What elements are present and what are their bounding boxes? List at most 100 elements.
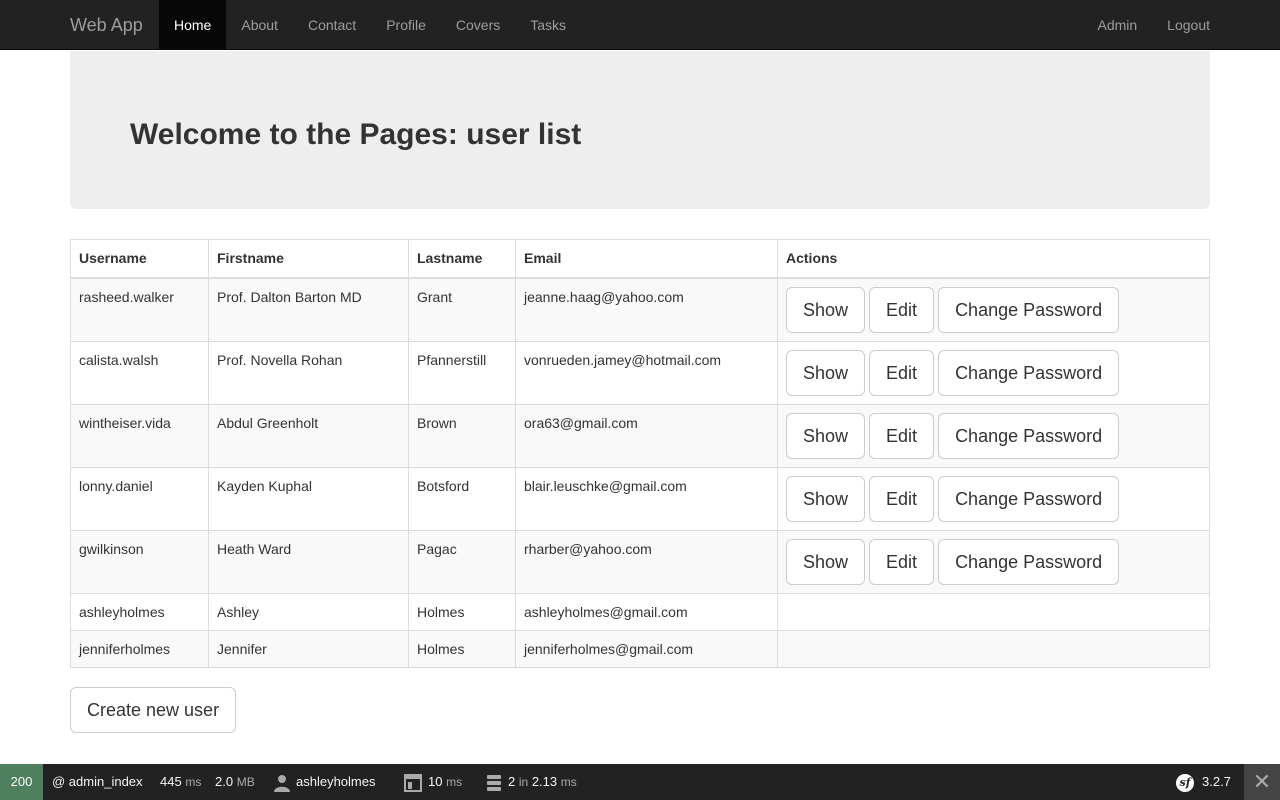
email-cell: rharber@yahoo.com: [515, 529, 778, 594]
email-cell: jenniferholmes@gmail.com: [515, 629, 778, 668]
db-queries[interactable]: 2 in 2.13 ms: [486, 764, 577, 800]
render-time[interactable]: 10 ms: [404, 764, 462, 800]
firstname-cell: Abdul Greenholt: [208, 403, 409, 468]
show-button[interactable]: Show: [786, 475, 866, 522]
nav-item-logout[interactable]: Logout: [1152, 0, 1225, 50]
template-icon: [404, 773, 422, 792]
table-row: gwilkinson Heath Ward Pagac rharber@yahoo.c…: [70, 529, 1210, 594]
nav-item-profile[interactable]: Profile: [371, 0, 441, 50]
show-button[interactable]: Show: [786, 286, 866, 333]
actions-cell: Show Edit Change Password: [777, 277, 1210, 342]
table-row: ashleyholmes Ashley Holmes ashleyholmes@gma…: [70, 592, 1210, 631]
db-time-unit: ms: [560, 775, 577, 789]
nav-item-contact[interactable]: Contact: [293, 0, 371, 50]
firstname-cell: Ashley: [208, 592, 409, 631]
edit-button[interactable]: Edit: [869, 475, 935, 522]
lastname-cell: Holmes: [408, 592, 516, 631]
email-cell: ashleyholmes@gmail.com: [515, 592, 778, 631]
change-password-button[interactable]: Change Password: [938, 349, 1120, 396]
render-time-unit: ms: [446, 775, 463, 789]
username-cell: calista.walsh: [70, 340, 209, 405]
firstname-cell: Prof. Novella Rohan: [208, 340, 409, 405]
change-password-button[interactable]: Change Password: [938, 475, 1120, 522]
page-title: Welcome to the Pages: user list: [130, 118, 582, 151]
table-row: calista.walsh Prof. Novella Rohan Pfanners…: [70, 340, 1210, 405]
actions-cell: Show Edit Change Password: [777, 466, 1210, 531]
db-time-value: 2.13: [531, 774, 558, 789]
close-toolbar-icon[interactable]: ✕: [1244, 764, 1280, 800]
lastname-cell: Botsford: [408, 466, 516, 531]
username-cell: jenniferholmes: [70, 629, 209, 668]
request-time-value: 445: [160, 774, 182, 789]
memory-value: 2.0: [215, 774, 234, 789]
show-button[interactable]: Show: [786, 412, 866, 459]
firstname-cell: Kayden Kuphal: [208, 466, 409, 531]
memory-unit: MB: [236, 775, 255, 789]
row-action-buttons: Show Edit Change Password: [786, 412, 1201, 459]
route-name[interactable]: @ admin_index: [52, 764, 143, 800]
row-action-buttons: Show Edit Change Password: [786, 475, 1201, 522]
edit-button[interactable]: Edit: [869, 412, 935, 459]
nav-item-home[interactable]: Home: [159, 0, 227, 50]
change-password-button[interactable]: Change Password: [938, 538, 1120, 585]
lastname-cell: Brown: [408, 403, 516, 468]
symfony-version[interactable]: sf 3.2.7: [1176, 764, 1231, 800]
table-row: jenniferholmes Jennifer Holmes jenniferholm…: [70, 629, 1210, 668]
header-actions: Actions: [777, 239, 1210, 279]
table-header-row: Username Firstname Lastname Email Action…: [70, 239, 1210, 279]
lastname-cell: Grant: [408, 277, 516, 342]
header-username: Username: [70, 239, 209, 279]
actions-cell: Show Edit Change Password: [777, 403, 1210, 468]
nav-item-about[interactable]: About: [226, 0, 293, 50]
symfony-logo-icon: sf: [1176, 773, 1194, 792]
row-action-buttons: Show Edit Change Password: [786, 538, 1201, 585]
firstname-cell: Jennifer: [208, 629, 409, 668]
table-row: rasheed.walker Prof. Dalton Barton MD Gran…: [70, 277, 1210, 342]
security-user-name: ashleyholmes: [296, 774, 376, 789]
username-cell: rasheed.walker: [70, 277, 209, 342]
edit-button[interactable]: Edit: [869, 538, 935, 585]
show-button[interactable]: Show: [786, 349, 866, 396]
request-time-unit: ms: [185, 775, 202, 789]
user-table: Username Firstname Lastname Email Action…: [70, 239, 1210, 668]
status-code-badge[interactable]: 200: [0, 764, 43, 800]
edit-button[interactable]: Edit: [869, 349, 935, 396]
show-button[interactable]: Show: [786, 538, 866, 585]
create-new-user-button[interactable]: Create new user: [70, 687, 237, 733]
brand-link[interactable]: Web App: [70, 0, 143, 50]
user-icon: [274, 774, 290, 792]
username-cell: gwilkinson: [70, 529, 209, 594]
email-cell: blair.leuschke@gmail.com: [515, 466, 778, 531]
row-action-buttons: Show Edit Change Password: [786, 286, 1201, 333]
change-password-button[interactable]: Change Password: [938, 286, 1120, 333]
username-cell: ashleyholmes: [70, 592, 209, 631]
edit-button[interactable]: Edit: [869, 286, 935, 333]
memory-usage[interactable]: 2.0 MB: [215, 764, 255, 800]
actions-cell: [777, 592, 1210, 631]
change-password-button[interactable]: Change Password: [938, 412, 1120, 459]
request-time[interactable]: 445 ms: [160, 764, 201, 800]
actions-cell: [777, 629, 1210, 668]
header-firstname: Firstname: [208, 239, 409, 279]
database-icon: [487, 774, 501, 791]
username-cell: lonny.daniel: [70, 466, 209, 531]
top-navbar: Web App Home About Contact Profile Cover…: [0, 0, 1280, 50]
nav-item-admin[interactable]: Admin: [1082, 0, 1152, 50]
email-cell: jeanne.haag@yahoo.com: [515, 277, 778, 342]
email-cell: ora63@gmail.com: [515, 403, 778, 468]
security-user[interactable]: ashleyholmes: [274, 764, 376, 800]
lastname-cell: Pagac: [408, 529, 516, 594]
table-row: lonny.daniel Kayden Kuphal Botsford blair.l…: [70, 466, 1210, 531]
actions-cell: Show Edit Change Password: [777, 340, 1210, 405]
version-label: 3.2.7: [1202, 774, 1231, 789]
db-in-label: in: [518, 775, 529, 789]
lastname-cell: Pfannerstill: [408, 340, 516, 405]
table-row: wintheiser.vida Abdul Greenholt Brown ora63…: [70, 403, 1210, 468]
nav-item-covers[interactable]: Covers: [441, 0, 515, 50]
firstname-cell: Prof. Dalton Barton MD: [208, 277, 409, 342]
nav-item-tasks[interactable]: Tasks: [515, 0, 581, 50]
db-query-count: 2: [508, 774, 516, 789]
email-cell: vonrueden.jamey@hotmail.com: [515, 340, 778, 405]
lastname-cell: Holmes: [408, 629, 516, 668]
username-cell: wintheiser.vida: [70, 403, 209, 468]
